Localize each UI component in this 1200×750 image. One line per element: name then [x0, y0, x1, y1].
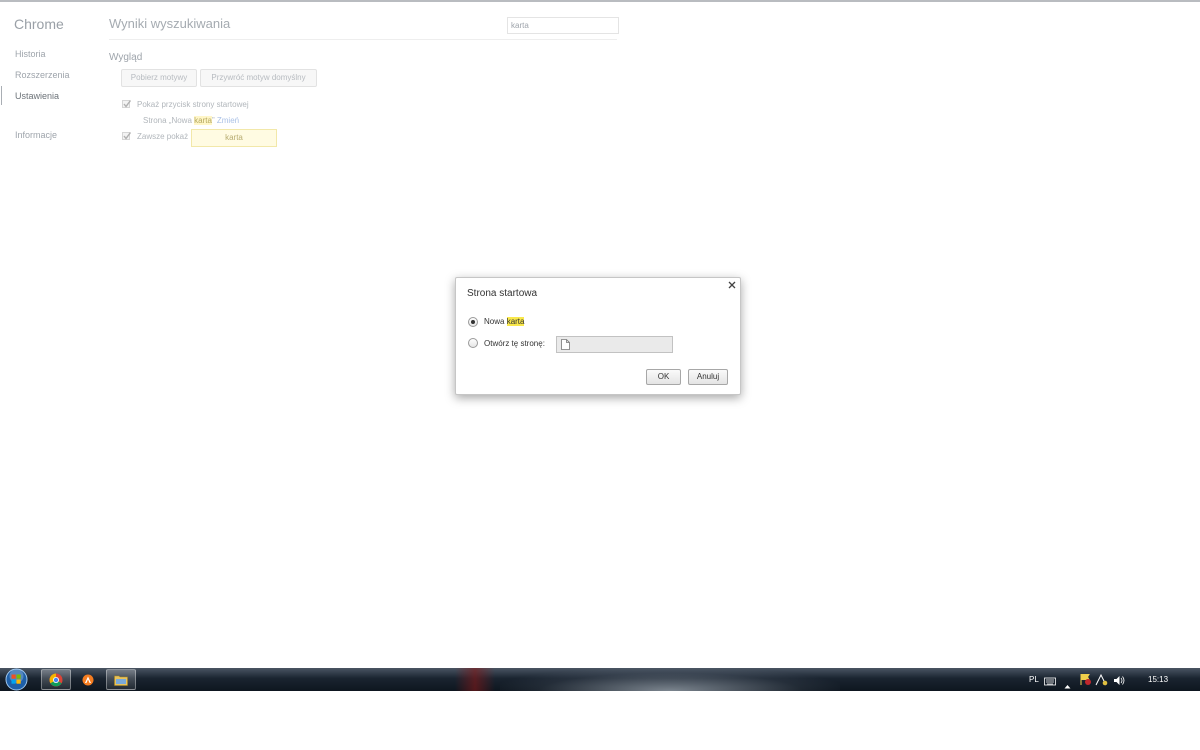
show-hidden-icons-button[interactable]: [1064, 676, 1071, 691]
get-themes-button[interactable]: Pobierz motywy: [121, 69, 197, 87]
home-page-line: Strona „Nowa karta” Zmień: [143, 116, 239, 125]
show-home-checkbox[interactable]: [122, 100, 132, 108]
home-page-dialog: Strona startowa Nowa karta Otwórz tę str…: [455, 277, 741, 395]
network-icon: [1095, 673, 1108, 686]
wallpaper-peek: [500, 668, 840, 691]
clock[interactable]: 15:13: [1148, 668, 1168, 691]
always-show-checkbox[interactable]: [122, 132, 132, 140]
radio-open-page[interactable]: [468, 338, 478, 348]
page-title: Wyniki wyszukiwania: [109, 16, 231, 31]
brand-title: Chrome: [14, 16, 64, 32]
title-divider: [109, 39, 617, 40]
avast-icon: [82, 674, 94, 685]
radio-new-tab[interactable]: [468, 317, 478, 327]
reset-theme-button[interactable]: Przywróć motyw domyślny: [200, 69, 317, 87]
volume-tray-button[interactable]: [1113, 673, 1125, 691]
explorer-folder-icon: [114, 675, 128, 686]
radio-open-page-label: Otwórz tę stronę:: [484, 339, 545, 348]
volume-icon: [1114, 676, 1125, 685]
search-input[interactable]: [507, 17, 619, 34]
ok-button[interactable]: OK: [646, 369, 681, 385]
sidebar-nav: Historia Rozszerzenia Ustawienia Informa…: [0, 46, 100, 148]
url-input[interactable]: [556, 336, 673, 353]
empty-area: [0, 691, 1200, 750]
start-button[interactable]: [3, 668, 30, 691]
dialog-title: Strona startowa: [467, 288, 538, 299]
taskbar: PL 15:13: [0, 668, 1200, 691]
always-show-label: Zawsze pokaż: [137, 132, 189, 141]
new-tab-highlight: karta: [506, 317, 525, 326]
radio-new-tab-label: Nowa karta: [484, 317, 525, 326]
taskbar-chrome-button[interactable]: [41, 669, 71, 690]
wallpaper-accent: [455, 668, 495, 691]
language-indicator[interactable]: PL: [1029, 668, 1039, 691]
section-title-appearance: Wygląd: [109, 52, 143, 63]
network-tray-button[interactable]: [1095, 673, 1108, 691]
home-page-prefix: Strona „Nowa: [143, 116, 192, 125]
tray-arrow-icon: [1064, 685, 1071, 689]
dialog-close-button[interactable]: [726, 281, 738, 293]
action-center-button[interactable]: [1079, 673, 1092, 691]
page-icon: [561, 339, 570, 350]
sidebar-item-extensions[interactable]: Rozszerzenia: [0, 67, 100, 88]
show-home-label: Pokaż przycisk strony startowej: [137, 100, 249, 109]
home-page-highlight: karta: [194, 116, 212, 125]
home-change-link[interactable]: Zmień: [217, 116, 239, 125]
close-icon: [728, 281, 736, 289]
taskbar-explorer-button[interactable]: [106, 669, 136, 690]
chrome-icon: [49, 673, 63, 686]
sidebar-item-settings[interactable]: Ustawienia: [0, 86, 100, 109]
home-page-suffix: ”: [211, 116, 215, 125]
keyboard-tray-button[interactable]: [1044, 673, 1056, 691]
security-flag-icon: [1080, 674, 1091, 685]
checkmark-icon: [123, 132, 132, 140]
cancel-button[interactable]: Anuluj: [688, 369, 728, 385]
keyboard-icon: [1044, 677, 1056, 686]
sidebar-item-about[interactable]: Informacje: [0, 127, 100, 148]
checkmark-icon: [123, 100, 132, 108]
search-match-bubble: karta: [191, 129, 277, 147]
start-orb-icon: [5, 668, 28, 691]
taskbar-avast-button[interactable]: [77, 669, 99, 690]
sidebar-item-history[interactable]: Historia: [0, 46, 100, 67]
